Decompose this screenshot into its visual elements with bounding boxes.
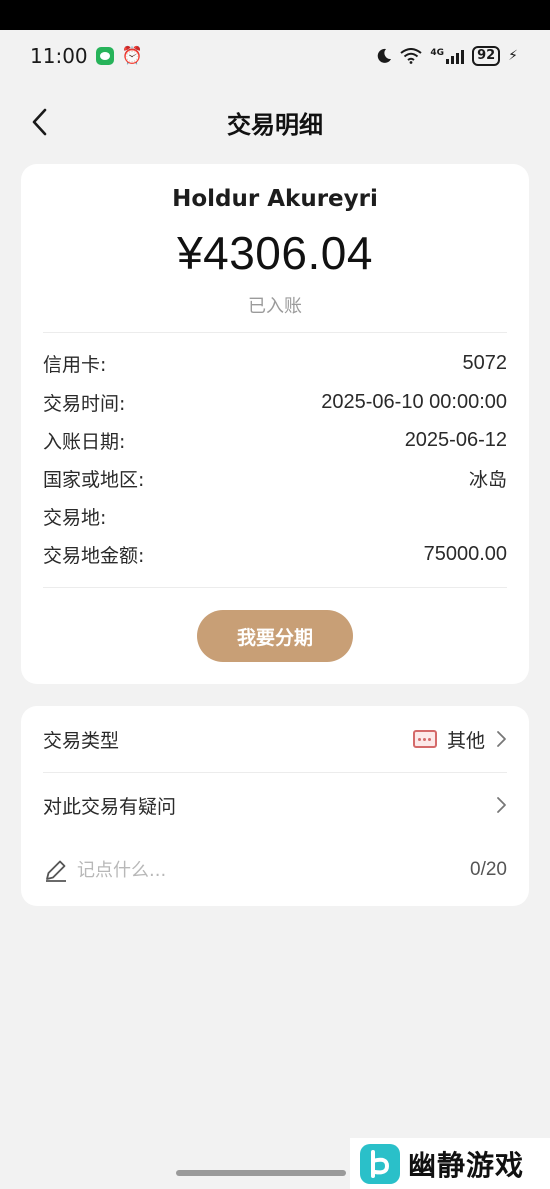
category-other-icon	[412, 730, 437, 748]
summary-divider	[43, 332, 507, 333]
transaction-summary-card: Holdur Akureyri ¥4306.04 已入账 信用卡: 5072 交…	[21, 164, 529, 684]
status-time: 11:00	[30, 44, 88, 68]
signal-icon: 4G	[430, 48, 465, 64]
detail-label: 国家或地区:	[43, 468, 145, 491]
wifi-icon	[400, 48, 423, 64]
details-divider	[43, 587, 507, 588]
watermark: 幽静游戏	[350, 1138, 550, 1189]
detail-value: 75000.00	[423, 542, 507, 565]
detail-label: 交易时间:	[43, 392, 126, 415]
battery-level: 92	[472, 46, 501, 66]
detail-value: 冰岛	[468, 468, 507, 491]
transaction-type-row[interactable]: 交易类型 其他	[43, 714, 507, 764]
transaction-amount: ¥4306.04	[177, 227, 373, 279]
detail-label: 交易地:	[43, 506, 107, 529]
dispute-row[interactable]: 对此交易有疑问	[43, 780, 507, 830]
watermark-text: 幽静游戏	[408, 1148, 525, 1182]
options-divider	[43, 772, 507, 773]
detail-row-card: 信用卡: 5072	[43, 348, 507, 378]
detail-label: 交易地金额:	[43, 544, 145, 567]
navigation-bar: 交易明细	[0, 95, 550, 149]
detail-value: 2025-06-10 00:00:00	[321, 390, 507, 413]
detail-row-posting-date: 入账日期: 2025-06-12	[43, 425, 507, 455]
transaction-type-value: 其他	[446, 729, 485, 752]
wechat-notification-icon	[95, 47, 114, 65]
chevron-right-icon	[497, 731, 506, 747]
transaction-type-label: 交易类型	[43, 729, 120, 752]
back-button[interactable]	[22, 103, 56, 141]
note-row: 0/20	[43, 850, 507, 890]
detail-label: 信用卡:	[43, 353, 107, 376]
watermark-logo-icon	[360, 1143, 400, 1184]
detail-row-transaction-time: 交易时间: 2025-06-10 00:00:00	[43, 387, 507, 417]
merchant-name: Holdur Akureyri	[172, 186, 378, 212]
network-type: 4G	[430, 48, 445, 58]
alarm-icon: ⏰	[121, 46, 143, 66]
chevron-right-icon	[497, 797, 506, 813]
note-character-count: 0/20	[470, 859, 507, 880]
detail-value: 2025-06-12	[404, 428, 507, 451]
detail-label: 入账日期:	[43, 430, 126, 453]
transaction-options-card: 交易类型 其他 对此交易有疑问 0/20	[21, 706, 529, 906]
note-input[interactable]	[77, 859, 337, 881]
home-indicator[interactable]	[176, 1170, 346, 1176]
detail-row-local-amount: 交易地金额: 75000.00	[43, 539, 507, 569]
detail-row-location: 交易地:	[43, 501, 507, 531]
status-bar: 11:00 ⏰ 4G 92 ⚡	[0, 30, 550, 82]
pencil-icon	[46, 860, 66, 882]
detail-value: 5072	[462, 351, 508, 374]
page-title: 交易明细	[227, 110, 323, 139]
detail-row-country: 国家或地区: 冰岛	[43, 463, 507, 493]
dispute-label: 对此交易有疑问	[43, 795, 177, 818]
moon-icon	[378, 48, 392, 63]
camera-cutout-bar	[0, 0, 550, 30]
chevron-left-icon	[32, 108, 47, 136]
charging-icon: ⚡	[508, 48, 518, 64]
posting-status: 已入账	[248, 296, 302, 317]
installment-button[interactable]: 我要分期	[197, 610, 353, 662]
